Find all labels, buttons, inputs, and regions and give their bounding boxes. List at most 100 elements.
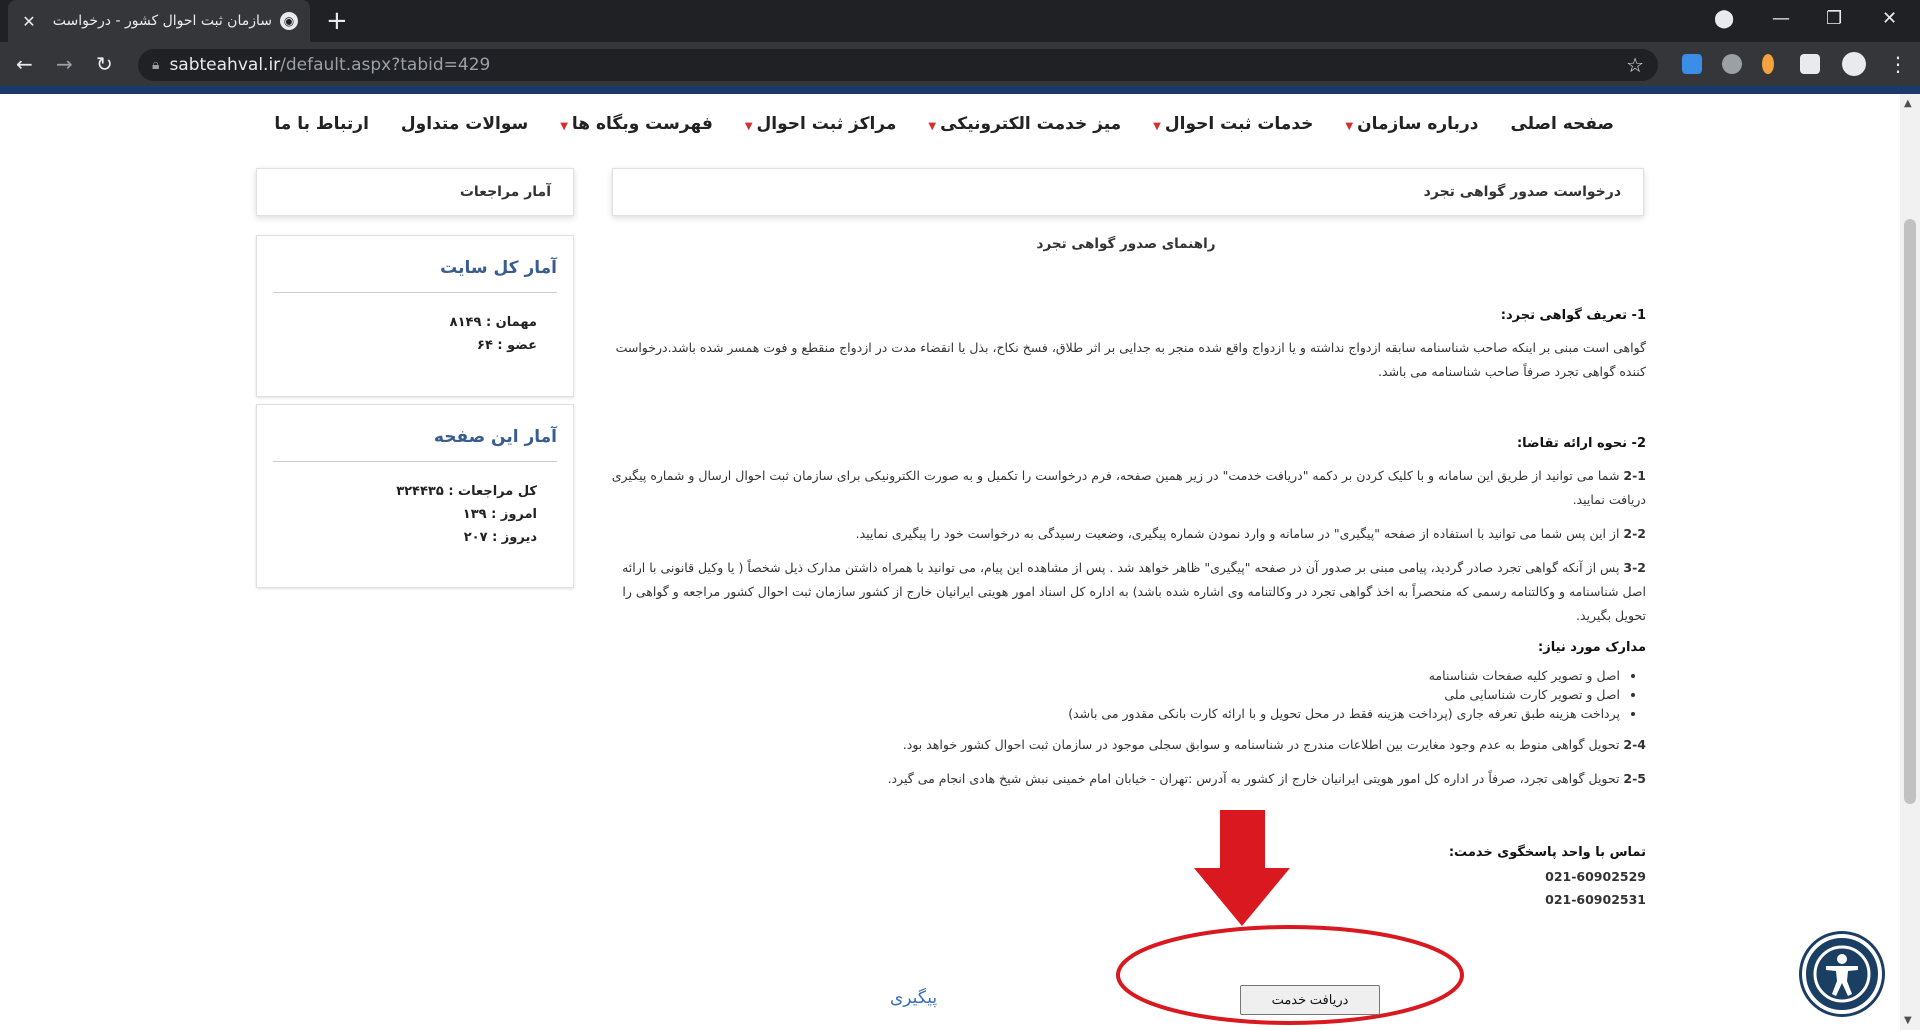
profile-avatar[interactable] [1842, 52, 1866, 76]
nav-item[interactable]: درباره سازمان▼ [1329, 114, 1494, 134]
member-value: ۶۴ [477, 338, 493, 353]
new-tab-icon[interactable]: + [326, 6, 348, 36]
section2-3-text: پس از آنکه گواهی تجرد صادر گردید، پیامی … [622, 560, 1646, 623]
divider [273, 461, 557, 462]
total-label: کل مراجعات : [448, 484, 537, 499]
scroll-thumb[interactable] [1904, 219, 1916, 804]
restore-icon[interactable]: ❐ [1826, 8, 1842, 29]
page-stats-box: آمار این صفحه کل مراجعات : ۳۲۴۴۳۵ امروز … [256, 404, 574, 588]
dropdown-caret-icon: ▼ [1153, 121, 1161, 132]
nav-item-label: صفحه اصلی [1510, 114, 1614, 134]
minimize-icon[interactable]: — [1772, 8, 1790, 29]
url-host: sabteahval.ir [169, 55, 281, 75]
tab-bar: ◉ سازمان ثبت احوال کشور - درخواست ✕ + ⬤ … [0, 0, 1920, 42]
browser-chrome: ◉ سازمان ثبت احوال کشور - درخواست ✕ + ⬤ … [0, 0, 1920, 94]
main-panel-title: درخواست صدور گواهی تجرد [1423, 184, 1621, 200]
yesterday-label: دیروز : [492, 530, 537, 545]
section2-3-num: 3-2 [1623, 560, 1646, 575]
nav-item-label: فهرست وبگاه ها [571, 114, 713, 134]
nav-item-label: درباره سازمان [1357, 114, 1479, 134]
address-bar[interactable]: 🔒︎ sabteahval.ir /default.aspx?tabid=429… [138, 49, 1658, 81]
page-stats-title: آمار این صفحه [433, 427, 557, 447]
nav-item[interactable]: فهرست وبگاه ها▼ [544, 114, 729, 134]
site-stats-title: آمار کل سایت [440, 258, 557, 278]
doc-list-item: اصل و تصویر کارت شناسایی ملی [606, 685, 1620, 704]
section2-5: 2-5 تحویل گواهی تجرد، صرفاً در اداره کل … [606, 767, 1646, 791]
section2-2-text: از این پس شما می توانید با استفاده از صف… [855, 526, 1624, 541]
nav-item[interactable]: مراکز ثبت احوال▼ [729, 114, 913, 134]
cloud-extension-icon[interactable] [1722, 54, 1742, 74]
guest-label: مهمان : [485, 315, 537, 330]
nav-item[interactable]: خدمات ثبت احوال▼ [1137, 114, 1329, 134]
scroll-down-icon[interactable]: ▼ [1904, 1015, 1912, 1026]
scroll-up-icon[interactable]: ▲ [1904, 98, 1912, 109]
section2-2: 2-2 از این پس شما می توانید با استفاده ا… [606, 522, 1646, 546]
nav-item-label: میز خدمت الکترونیکی [940, 114, 1122, 134]
dropdown-caret-icon: ▼ [560, 121, 568, 132]
nav-item[interactable]: ارتباط با ما [258, 114, 385, 134]
today-stat: امروز : ۱۳۹ [257, 503, 573, 526]
today-value: ۱۳۹ [462, 507, 487, 522]
total-stat: کل مراجعات : ۳۲۴۴۳۵ [257, 480, 573, 503]
today-label: امروز : [491, 507, 537, 522]
site-top-bar [0, 86, 1920, 94]
get-service-button[interactable]: دریافت خدمت [1240, 985, 1380, 1015]
url-path: /default.aspx?tabid=429 [280, 55, 491, 75]
section2-5-text: تحویل گواهی تجرد، صرفاً در اداره کل امور… [887, 771, 1624, 786]
main-navigation: صفحه اصلی درباره سازمان▼ خدمات ثبت احوال▼ م… [258, 114, 1630, 134]
reload-icon[interactable]: ↻ [96, 52, 113, 76]
docs-list: اصل و تصویر کلیه صفحات شناسنامهاصل و تصو… [606, 666, 1646, 723]
section1-text: گواهی است مبنی بر اینکه صاحب شناسنامه سا… [615, 340, 1646, 379]
track-link[interactable]: پیگیری [890, 988, 937, 1008]
side-panel-title: آمار مراجعات [459, 184, 551, 200]
nav-item[interactable]: سوالات متداول [385, 114, 544, 134]
page-scrollbar[interactable]: ▲ ▼ [1900, 94, 1920, 1030]
guide-title: راهنمای صدور گواهی تجرد [1036, 236, 1216, 252]
profile-menu-icon[interactable]: ⬤ [1714, 8, 1734, 29]
side-panel-header: آمار مراجعات [256, 168, 574, 216]
section2-2-num: 2-2 [1623, 526, 1646, 541]
nav-item-label: سوالات متداول [400, 114, 529, 134]
yesterday-stat: دیروز : ۲۰۷ [257, 526, 573, 549]
bookmark-star-icon[interactable]: ☆ [1626, 53, 1644, 77]
nav-item-label: خدمات ثبت احوال [1164, 114, 1314, 134]
globe-icon: ◉ [280, 12, 298, 30]
yesterday-value: ۲۰۷ [463, 530, 488, 545]
tab-title: سازمان ثبت احوال کشور - درخواست [52, 13, 272, 29]
menu-dots-icon[interactable]: ⋮ [1888, 52, 1908, 76]
doc-list-item: پرداخت هزینه طبق تعرفه جاری (پرداخت هزین… [606, 704, 1620, 723]
puzzle-extensions-icon[interactable] [1800, 54, 1820, 74]
forward-icon[interactable]: → [56, 52, 73, 76]
close-window-icon[interactable]: ✕ [1882, 8, 1897, 29]
browser-tab[interactable]: ◉ سازمان ثبت احوال کشور - درخواست ✕ [8, 0, 310, 42]
dropdown-caret-icon: ▼ [928, 121, 937, 132]
section2-4-num: 2-4 [1623, 737, 1646, 752]
section2-3: 3-2 پس از آنکه گواهی تجرد صادر گردید، پی… [606, 556, 1646, 628]
site-stats-box: آمار کل سایت مهمان : ۸۱۴۹ عضو : ۶۴ [256, 235, 574, 397]
dropdown-caret-icon: ▼ [1345, 121, 1354, 132]
page-stats-list: کل مراجعات : ۳۲۴۴۳۵ امروز : ۱۳۹ دیروز : … [257, 480, 573, 549]
section2-4-text: تحویل گواهی منوط به عدم وجود مغایرت بین … [902, 737, 1624, 752]
section2-1: 2-1 شما می توانید از طریق این سامانه و ب… [606, 464, 1646, 512]
total-value: ۳۲۴۴۳۵ [396, 484, 444, 499]
red-arrow-annotation [1194, 810, 1290, 926]
docs-title: مدارک مورد نیاز: [1538, 640, 1646, 655]
section1-title: 1- تعریف گواهی تجرد: [1500, 308, 1646, 323]
extension-icon[interactable] [1762, 54, 1774, 74]
section2-1-num: 2-1 [1623, 468, 1646, 483]
tab-close-icon[interactable]: ✕ [20, 12, 38, 31]
lock-icon: 🔒︎ [152, 57, 160, 73]
section2-4: 2-4 تحویل گواهی منوط به عدم وجود مغایرت … [606, 733, 1646, 757]
section2-5-num: 2-5 [1623, 771, 1646, 786]
doc-list-item: اصل و تصویر کلیه صفحات شناسنامه [606, 666, 1620, 685]
guest-stat: مهمان : ۸۱۴۹ [257, 311, 573, 334]
nav-item-label: ارتباط با ما [274, 114, 369, 134]
download-extension-icon[interactable] [1682, 54, 1702, 74]
site-stats-list: مهمان : ۸۱۴۹ عضو : ۶۴ [257, 311, 573, 357]
accessibility-icon[interactable] [1802, 934, 1882, 1014]
nav-item[interactable]: صفحه اصلی [1494, 114, 1630, 134]
dropdown-caret-icon: ▼ [744, 121, 753, 132]
section2-title: 2- نحوه ارائه تقاضا: [1516, 436, 1646, 451]
back-icon[interactable]: ← [16, 52, 33, 76]
nav-item[interactable]: میز خدمت الکترونیکی▼ [912, 114, 1137, 134]
